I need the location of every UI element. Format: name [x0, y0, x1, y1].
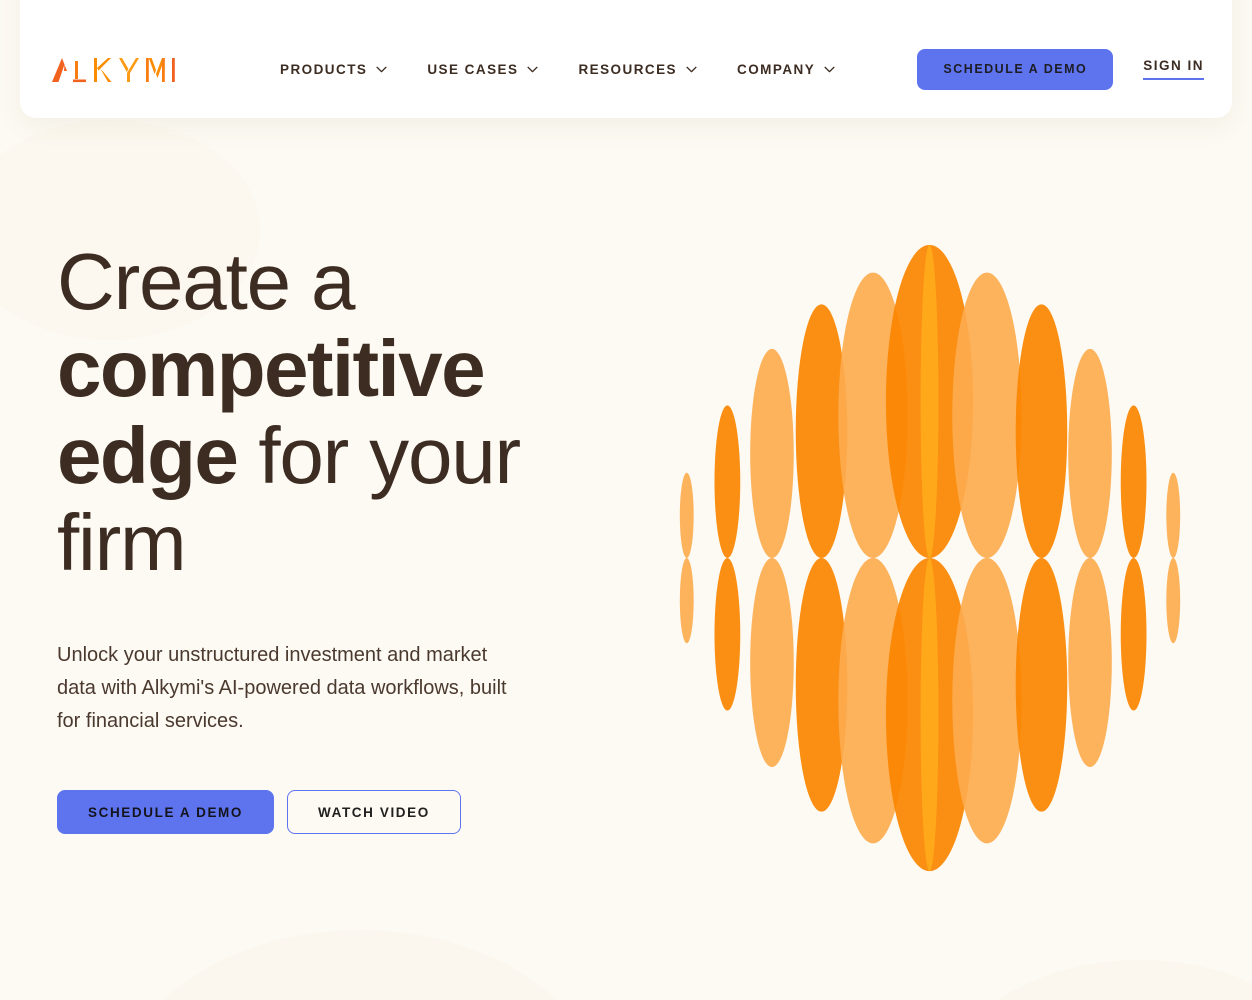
lens-shape: [952, 272, 1022, 558]
nav-item-products[interactable]: PRODUCTS: [280, 62, 387, 77]
page-root: PRODUCTS USE CASES RESOURCES COMPANY SCH: [0, 0, 1252, 1000]
lens-shape: [1015, 304, 1068, 558]
main-navigation: PRODUCTS USE CASES RESOURCES COMPANY: [280, 62, 835, 77]
hero-subtext: Unlock your unstructured investment and …: [57, 644, 507, 732]
background-blob: [930, 960, 1252, 1000]
background-blob: [120, 930, 600, 1000]
page-title: Create a competitive edge for your firm: [57, 238, 597, 586]
header-schedule-demo-button[interactable]: SCHEDULE A DEMO: [917, 48, 1114, 90]
lens-shape: [714, 558, 741, 711]
lens-shape: [1120, 558, 1147, 711]
watch-video-button[interactable]: WATCH VIDEO: [287, 790, 461, 834]
lens-shape: [1166, 472, 1181, 558]
nav-item-label: PRODUCTS: [280, 61, 368, 77]
chevron-down-icon: [376, 66, 387, 72]
lens-shape: [714, 405, 741, 558]
nav-item-use-cases[interactable]: USE CASES: [427, 61, 539, 77]
lens-shape: [750, 558, 794, 768]
sign-in-link[interactable]: SIGN IN: [1143, 58, 1204, 80]
nav-item-label: COMPANY: [737, 61, 816, 77]
chevron-down-icon: [527, 66, 539, 72]
lens-shape: [679, 558, 694, 644]
lens-shape: [679, 472, 694, 558]
hero-copy: Create a competitive edge for your firm …: [57, 238, 597, 834]
header-actions: SCHEDULE A DEMO SIGN IN: [917, 48, 1204, 90]
orange-lens-pattern-icon: [679, 244, 1181, 872]
lens-shape: [1166, 558, 1181, 644]
hero-cta-row: SCHEDULE A DEMO WATCH VIDEO: [57, 790, 597, 834]
site-header: PRODUCTS USE CASES RESOURCES COMPANY SCH: [20, 0, 1232, 118]
lens-shape: [1068, 348, 1112, 558]
headline-text-1: Create a: [57, 237, 355, 326]
lens-shape: [920, 244, 939, 558]
lens-shape: [750, 348, 794, 558]
headline-bold-1: competitive: [57, 324, 486, 413]
chevron-down-icon: [824, 66, 835, 72]
chevron-down-icon: [686, 66, 697, 72]
hero-artwork: [660, 228, 1200, 888]
lens-shape: [1120, 405, 1147, 558]
lens-shape: [952, 558, 1022, 844]
nav-item-company[interactable]: COMPANY: [737, 62, 835, 77]
alkymi-logo[interactable]: [50, 54, 176, 84]
headline-bold-2: edge: [57, 411, 239, 500]
lens-shape: [1068, 558, 1112, 768]
nav-item-label: USE CASES: [427, 61, 519, 77]
lens-shape: [1015, 558, 1068, 812]
nav-item-resources[interactable]: RESOURCES: [578, 62, 697, 77]
lens-shape: [920, 558, 939, 872]
nav-item-label: RESOURCES: [578, 61, 678, 77]
alkymi-logo-mark: [52, 58, 175, 83]
schedule-demo-button[interactable]: SCHEDULE A DEMO: [57, 790, 275, 834]
